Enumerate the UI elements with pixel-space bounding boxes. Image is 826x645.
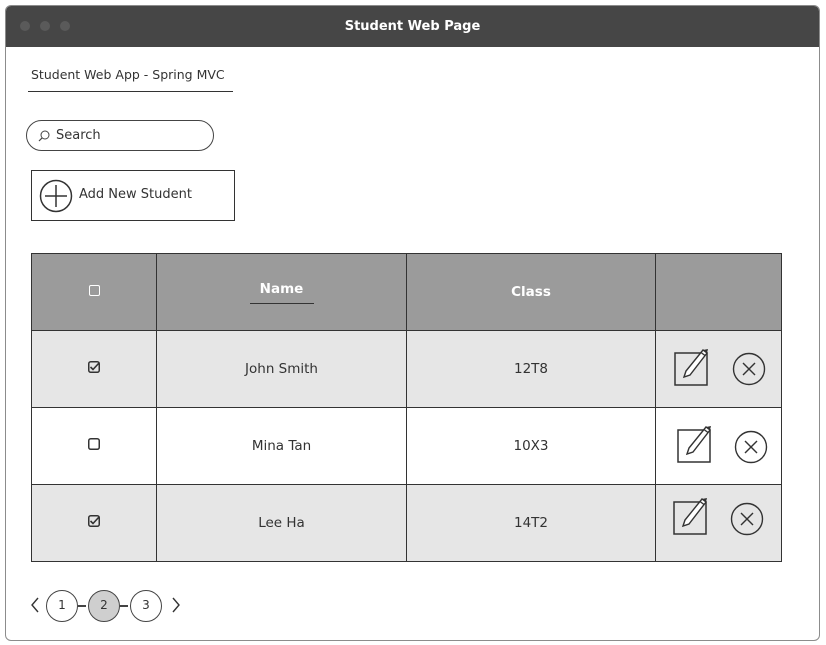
pager-connector (78, 605, 86, 607)
chevron-left-icon[interactable] (29, 596, 41, 614)
header-class-label: Class (511, 284, 551, 300)
row-class-cell: 10X3 (406, 407, 656, 485)
search-input[interactable]: Search (26, 120, 214, 151)
table-header-row: Name Class (31, 253, 782, 331)
header-name-label: Name (259, 280, 304, 297)
table-row: Mina Tan 10X3 (31, 407, 782, 485)
search-placeholder: Search (56, 128, 101, 143)
delete-icon[interactable] (734, 430, 768, 464)
row-class-cell: 12T8 (406, 330, 656, 408)
add-circle-icon (39, 179, 73, 213)
page-button-2[interactable]: 2 (88, 590, 120, 622)
header-name-underline (249, 302, 314, 304)
add-new-student-label: Add New Student (79, 187, 192, 202)
app-title-link[interactable]: Student Web App - Spring MVC (31, 67, 225, 82)
row-name-cell: John Smith (156, 330, 407, 408)
pager-connector (120, 605, 128, 607)
edit-icon[interactable] (676, 424, 718, 466)
checkbox-checked-icon[interactable] (88, 361, 100, 373)
header-select-all (31, 253, 157, 331)
window-title: Student Web Page (344, 19, 481, 34)
page-button-3[interactable]: 3 (130, 590, 162, 622)
edit-icon[interactable] (673, 347, 715, 389)
delete-icon[interactable] (730, 502, 764, 536)
add-new-student-button[interactable]: Add New Student (31, 170, 235, 221)
app-window: Student Web Page Student Web App - Sprin… (5, 5, 820, 641)
row-actions-cell (655, 484, 782, 562)
page-button-1[interactable]: 1 (46, 590, 78, 622)
table-row: Lee Ha 14T2 (31, 484, 782, 562)
delete-icon[interactable] (732, 352, 766, 386)
search-icon (38, 130, 50, 142)
row-class-cell: 14T2 (406, 484, 656, 562)
title-bar: Student Web Page (6, 6, 819, 47)
header-actions (655, 253, 782, 331)
row-actions-cell (655, 407, 782, 485)
edit-icon[interactable] (672, 496, 714, 538)
select-all-checkbox[interactable] (88, 285, 100, 296)
row-name-cell: Mina Tan (156, 407, 407, 485)
checkbox-unchecked-icon[interactable] (88, 438, 100, 450)
app-title-underline (28, 91, 233, 92)
row-select-cell (31, 330, 157, 408)
row-select-cell (31, 407, 157, 485)
table-row: John Smith 12T8 (31, 330, 782, 408)
header-class[interactable]: Class (406, 253, 656, 331)
chevron-right-icon[interactable] (170, 596, 182, 614)
row-actions-cell (655, 330, 782, 408)
pagination: 1 2 3 (31, 590, 201, 626)
row-select-cell (31, 484, 157, 562)
checkbox-checked-icon[interactable] (88, 515, 100, 527)
row-name-cell: Lee Ha (156, 484, 407, 562)
header-name[interactable]: Name (156, 253, 407, 331)
students-table: Name Class John Smith 12T8 Mina Tan 10X3… (31, 253, 782, 562)
